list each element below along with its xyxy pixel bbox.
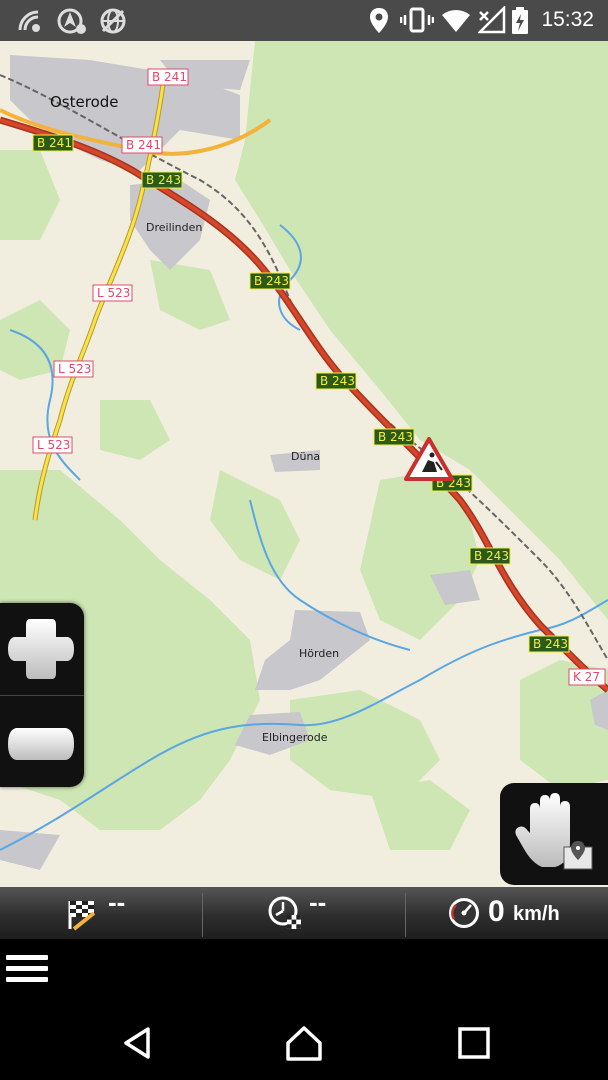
shield-b243: B 243 (469, 547, 511, 565)
shield-b243-label: B 243 (254, 274, 289, 288)
back-triangle-icon[interactable] (118, 1023, 158, 1063)
shield-b241-label: B 241 (37, 136, 72, 150)
speedometer-icon (449, 898, 479, 928)
zoom-in-button[interactable] (0, 603, 84, 695)
shield-l523-label: L 523 (58, 362, 91, 376)
place-osterode: Osterode (50, 93, 119, 111)
app-menu-bar (0, 939, 608, 1005)
clock-flag-icon (268, 896, 301, 929)
wifi-icon (442, 9, 470, 32)
shield-b243: B 243 (373, 428, 415, 446)
status-bar: 15:32 (0, 0, 608, 41)
cell-signal-icon (478, 6, 506, 34)
shield-b243-label: B 243 (378, 430, 413, 444)
time-value: -- (309, 887, 327, 917)
shield-b243: B 243 (528, 635, 570, 653)
zoom-in-plus-icon (8, 619, 74, 679)
shield-b243-label: B 243 (320, 374, 355, 388)
shield-b243-label: B 243 (474, 549, 509, 563)
map-canvas[interactable]: Osterode Dreilinden Düna Hörden Elbinger… (0, 41, 608, 887)
hand-pan-map-icon (515, 793, 593, 870)
distance-value: -- (108, 887, 126, 917)
zoom-out-button[interactable] (0, 696, 84, 788)
signal-scan-icon (18, 10, 40, 32)
shield-b241: B 241 (147, 68, 189, 86)
shield-b241-green: B 241 (32, 134, 74, 152)
time-to-destination[interactable]: -- (203, 887, 405, 939)
globe-crossed-icon (100, 8, 126, 34)
shield-l523-label: L 523 (97, 286, 130, 300)
shield-b243: B 243 (249, 272, 291, 290)
navigation-gear-icon (57, 8, 86, 34)
home-icon[interactable] (284, 1023, 324, 1063)
battery-charging-icon (512, 7, 528, 34)
speed-unit: km/h (513, 903, 560, 925)
vibrate-icon (400, 7, 434, 33)
shield-l523: L 523 (92, 284, 133, 302)
shield-b241-label: B 241 (152, 70, 187, 84)
shield-l523: L 523 (32, 436, 73, 454)
shield-l523: L 523 (53, 360, 94, 378)
system-navigation-bar (0, 1005, 608, 1080)
pan-mode-button[interactable] (500, 783, 608, 885)
shield-b243: B 243 (315, 372, 357, 390)
location-pin-icon (370, 8, 388, 33)
current-speed[interactable]: 0 km/h (406, 887, 608, 939)
clock: 15:32 (541, 8, 594, 31)
speed-value: 0 (488, 895, 505, 928)
shield-b243-label: B 243 (533, 637, 568, 651)
shield-b243: B 243 (141, 171, 183, 189)
hamburger-menu-icon[interactable] (6, 955, 48, 991)
shield-b243-label: B 243 (146, 173, 181, 187)
distance-to-destination[interactable]: -- (0, 887, 202, 939)
recents-square-icon[interactable] (454, 1023, 494, 1063)
zoom-out-minus-icon (8, 728, 74, 760)
place-dreilinden: Dreilinden (146, 221, 202, 234)
shield-b241: B 241 (121, 136, 163, 154)
place-duna: Düna (291, 450, 320, 463)
shield-b241-label: B 241 (126, 138, 161, 152)
place-elbingerode: Elbingerode (262, 731, 328, 744)
shield-k27: K 27 (568, 668, 606, 686)
shield-k27-label: K 27 (573, 670, 600, 684)
place-hoerden: Hörden (299, 647, 339, 660)
finish-flag-icon (68, 901, 96, 931)
trip-info-bar: -- -- 0 km/h (0, 887, 608, 939)
map-view[interactable]: Osterode Dreilinden Düna Hörden Elbinger… (0, 41, 608, 887)
shield-l523-label: L 523 (37, 438, 70, 452)
zoom-control (0, 603, 84, 787)
